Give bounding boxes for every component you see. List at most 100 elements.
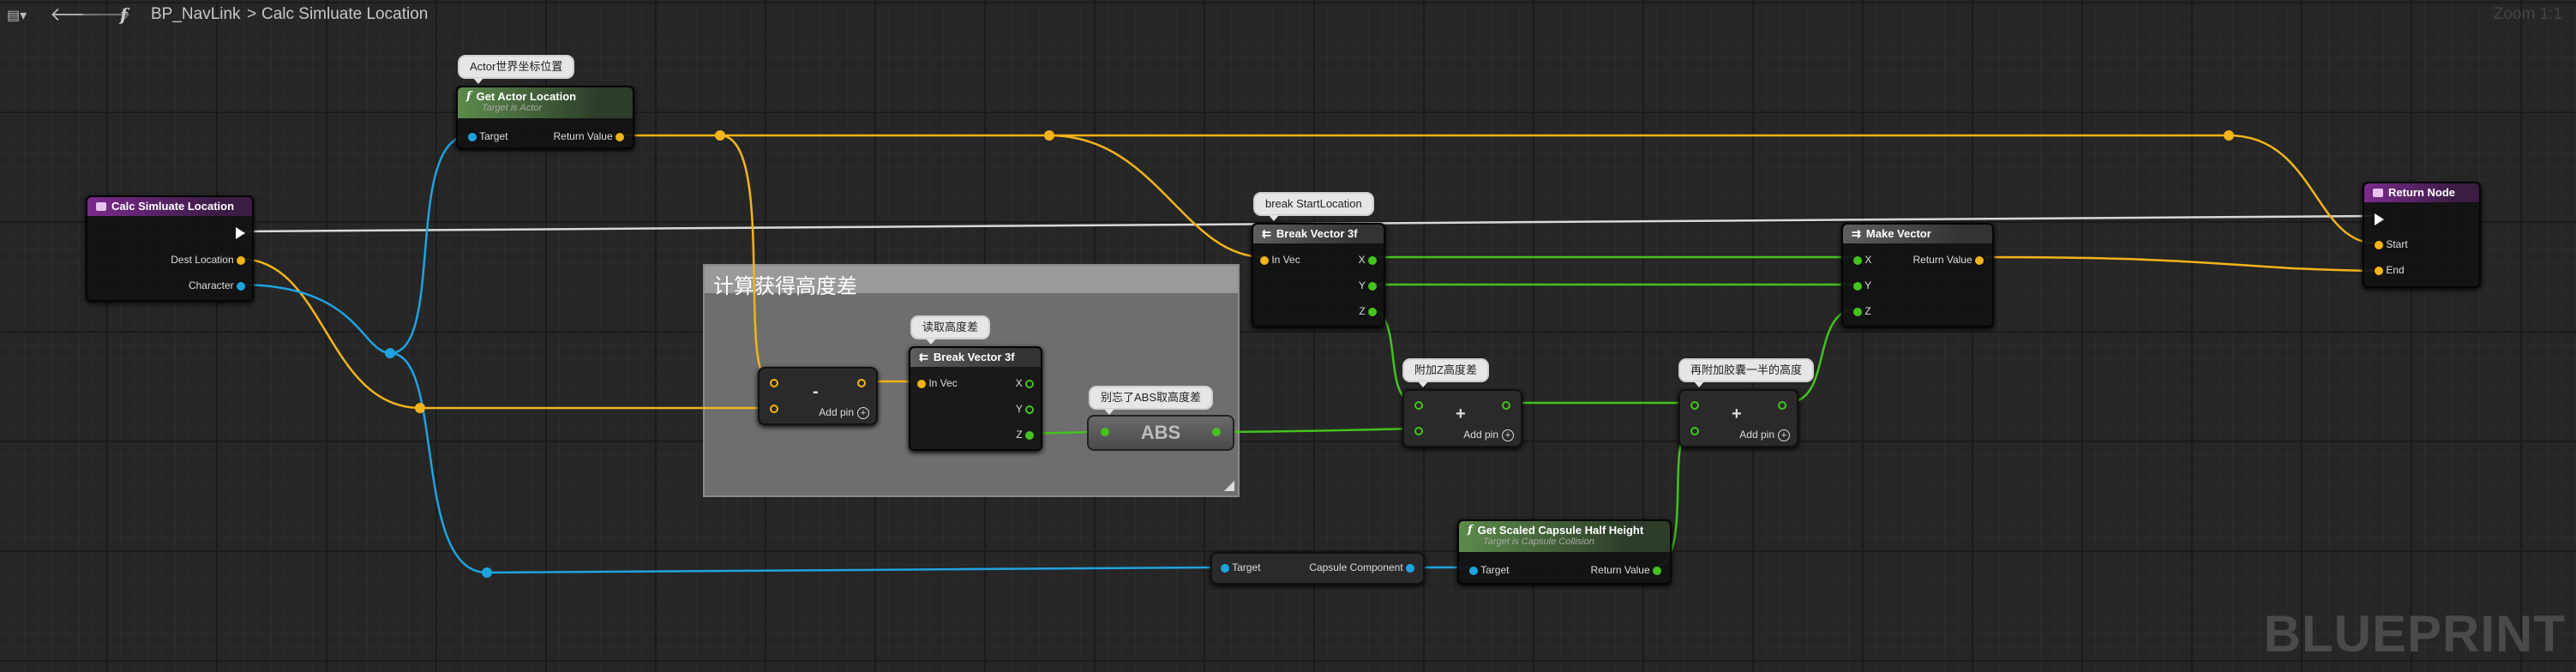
add-input-a-pin[interactable] xyxy=(1690,401,1699,410)
add-output-pin[interactable] xyxy=(1502,401,1510,410)
pin-label-target: Target xyxy=(1232,561,1261,573)
entry-node[interactable]: Calc Simluate Location Dest Location Cha… xyxy=(86,195,254,302)
reroute-knot xyxy=(482,567,492,578)
add-operator: + xyxy=(1456,405,1466,423)
add-pin-label: Add pin xyxy=(1739,429,1774,441)
add-operator: + xyxy=(1732,405,1742,423)
plus-icon: + xyxy=(1778,429,1790,441)
subtract-input-a-pin[interactable] xyxy=(770,379,778,387)
make-vector-node[interactable]: ⇉ Make Vector X Y Z Return Value xyxy=(1841,223,1994,327)
add-z-node[interactable]: + Add pin + xyxy=(1402,389,1522,447)
entry-node-title: Calc Simluate Location xyxy=(111,200,235,213)
exec-out-pin[interactable] xyxy=(236,226,245,239)
pin-label-return-value: Return Value xyxy=(1912,254,1973,266)
reroute-knot xyxy=(385,348,395,358)
pin-label-dest-location: Dest Location xyxy=(171,254,234,266)
exec-in-pin[interactable] xyxy=(2375,213,2384,225)
pin-label-x: X xyxy=(1015,377,1023,389)
add-pin-button[interactable]: Add pin + xyxy=(1739,429,1790,441)
y-pin[interactable] xyxy=(1025,405,1034,414)
abs-node[interactable]: ABS xyxy=(1087,415,1234,451)
pin-label-capsule-component: Capsule Component xyxy=(1309,561,1403,573)
return-value-pin[interactable] xyxy=(1975,255,1984,265)
pin-label-start: Start xyxy=(2386,238,2408,250)
return-node[interactable]: Return Node Start End xyxy=(2363,182,2481,288)
capsule-component-pin[interactable] xyxy=(1406,563,1414,573)
pin-label-target: Target xyxy=(479,130,508,142)
break-vector-start-node[interactable]: ⇇ Break Vector 3f In Vec X Y Z xyxy=(1252,223,1385,327)
start-pin[interactable] xyxy=(2375,240,2383,249)
comment-bubble-abs-note[interactable]: 别忘了ABS取高度差 xyxy=(1089,386,1214,415)
x-pin[interactable] xyxy=(1368,255,1377,265)
get-half-height-subtitle: Target is Capsule Collision xyxy=(1483,537,1594,547)
character-pin[interactable] xyxy=(237,281,245,291)
get-actor-location-node[interactable]: f Get Actor Location Target is Actor Targ… xyxy=(456,86,634,149)
y-pin[interactable] xyxy=(1853,281,1862,291)
target-pin[interactable] xyxy=(468,132,477,141)
get-half-height-node[interactable]: f Get Scaled Capsule Half Height Target i… xyxy=(1457,519,1672,585)
add-output-pin[interactable] xyxy=(1778,401,1786,410)
break-icon: ⇇ xyxy=(919,351,928,363)
wire-make-vector-to-end xyxy=(1985,255,2377,273)
pin-label-y: Y xyxy=(1864,279,1872,291)
wire-character-to-target xyxy=(237,134,471,355)
break-icon: ⇇ xyxy=(1262,227,1271,240)
add-pin-button[interactable]: Add pin + xyxy=(1463,429,1514,441)
dest-location-pin[interactable] xyxy=(237,255,245,265)
pin-label-return-value: Return Value xyxy=(1590,564,1650,576)
return-node-title: Return Node xyxy=(2388,186,2455,199)
return-value-pin[interactable] xyxy=(1653,566,1661,575)
y-pin[interactable] xyxy=(1368,281,1377,291)
in-vec-pin[interactable] xyxy=(1260,255,1269,265)
comment-bubble-add-z[interactable]: 附加Z高度差 xyxy=(1402,358,1489,387)
x-pin[interactable] xyxy=(1853,255,1862,265)
function-entry-icon xyxy=(96,202,106,211)
add-pin-button[interactable]: Add pin + xyxy=(819,406,869,419)
subtract-input-b-pin[interactable] xyxy=(770,405,778,413)
make-vector-title: Make Vector xyxy=(1865,227,1931,240)
reroute-knot xyxy=(415,403,425,413)
blueprint-watermark: BLUEPRINT xyxy=(2263,605,2566,663)
z-pin[interactable] xyxy=(1853,307,1862,316)
wire-dest-location xyxy=(239,257,770,410)
pin-label-in-vec: In Vec xyxy=(928,377,958,389)
reroute-knot xyxy=(1044,130,1054,141)
return-value-pin[interactable] xyxy=(615,132,624,141)
comment-bubble-actor-location[interactable]: Actor世界坐标位置 xyxy=(458,55,575,84)
capsule-component-node[interactable]: Target Capsule Component xyxy=(1210,552,1425,585)
abs-label: ABS xyxy=(1140,422,1181,443)
pin-label-return-value: Return Value xyxy=(553,130,613,142)
break-vector-start-title: Break Vector 3f xyxy=(1276,227,1358,240)
z-pin[interactable] xyxy=(1368,307,1377,316)
reroute-knot xyxy=(2224,130,2234,141)
pin-label-z: Z xyxy=(1359,305,1366,317)
break-vector-inner-node[interactable]: ⇇ Break Vector 3f In Vec X Y Z xyxy=(909,346,1042,451)
add-input-a-pin[interactable] xyxy=(1414,401,1423,410)
comment-bubble-add-half[interactable]: 再附加胶囊一半的高度 xyxy=(1678,358,1815,387)
comment-bubble-break-start[interactable]: break StartLocation xyxy=(1253,192,1374,221)
pin-label-target: Target xyxy=(1480,564,1510,576)
target-pin[interactable] xyxy=(1469,566,1478,575)
z-pin[interactable] xyxy=(1025,430,1034,440)
subtract-node[interactable]: - Add pin + xyxy=(758,367,878,425)
plus-icon: + xyxy=(857,406,869,419)
function-return-icon xyxy=(2373,189,2383,197)
in-vec-pin[interactable] xyxy=(917,379,926,388)
x-pin[interactable] xyxy=(1025,379,1034,388)
wire-actor-location-to-subtract xyxy=(719,134,771,383)
pin-label-end: End xyxy=(2386,264,2405,276)
add-input-b-pin[interactable] xyxy=(1414,427,1423,435)
wire-actor-location-to-break xyxy=(1048,134,1265,259)
get-actor-location-subtitle: Target is Actor xyxy=(482,103,543,113)
add-half-node[interactable]: + Add pin + xyxy=(1678,389,1798,447)
pin-label-x: X xyxy=(1358,254,1366,266)
target-pin[interactable] xyxy=(1221,563,1229,573)
wire-abs-to-add xyxy=(1213,427,1417,434)
comment-bubble-read-height[interactable]: 读取高度差 xyxy=(910,315,991,345)
end-pin[interactable] xyxy=(2375,266,2383,275)
subtract-output-pin[interactable] xyxy=(857,379,866,387)
add-input-b-pin[interactable] xyxy=(1690,427,1699,435)
make-icon: ⇉ xyxy=(1852,227,1861,240)
pin-label-y: Y xyxy=(1015,403,1023,415)
add-pin-label: Add pin xyxy=(1463,429,1498,441)
